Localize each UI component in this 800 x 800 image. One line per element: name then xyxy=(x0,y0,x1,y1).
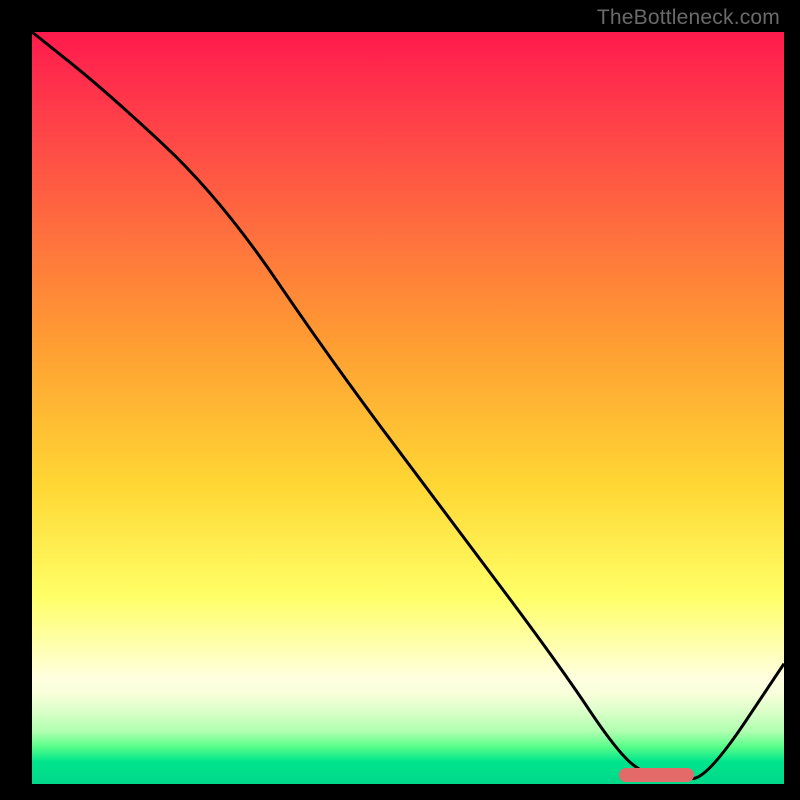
chart-frame: TheBottleneck.com xyxy=(0,0,800,800)
plot-area xyxy=(32,32,784,784)
bottleneck-curve xyxy=(32,32,784,784)
optimal-range-pill xyxy=(619,768,694,782)
watermark-label: TheBottleneck.com xyxy=(597,6,780,30)
